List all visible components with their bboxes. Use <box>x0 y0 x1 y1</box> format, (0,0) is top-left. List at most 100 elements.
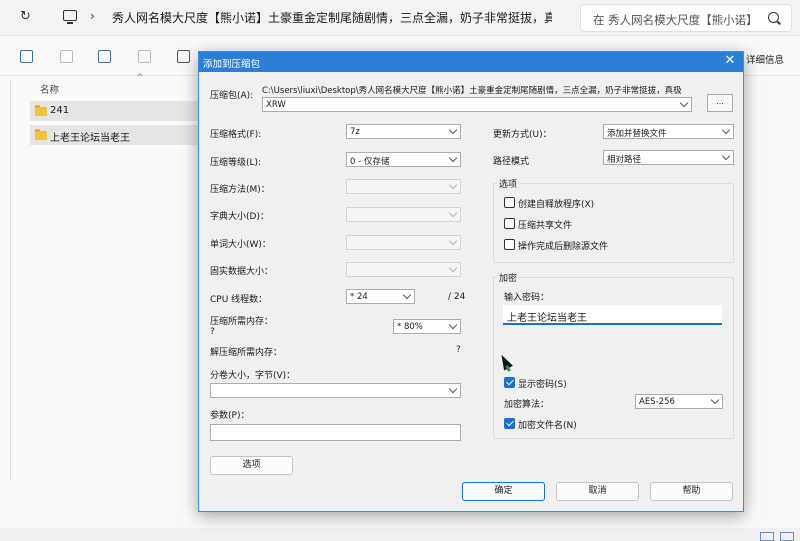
mem-compress-value: ? <box>210 327 215 337</box>
shared-checkbox[interactable] <box>504 218 515 229</box>
cpu-value: * 24 <box>350 292 368 302</box>
encrypt-group-title: 加密 <box>497 271 520 284</box>
mem-compress-label: 压缩所需内存： <box>210 317 274 327</box>
chevron-down-icon <box>448 384 458 394</box>
encrypt-method-label: 加密算法： <box>504 400 550 410</box>
paste-icon[interactable] <box>60 50 73 63</box>
path-mode-label: 路径模式 <box>493 157 530 167</box>
rename-icon[interactable] <box>98 50 111 63</box>
show-password-label[interactable]: 显示密码(S) <box>518 377 567 390</box>
encrypt-method-value: AES-256 <box>639 397 675 407</box>
status-bar <box>0 528 800 541</box>
chevron-down-icon <box>448 263 458 273</box>
update-label: 更新方式(U)： <box>493 130 552 140</box>
password-value: 上老王论坛当老王 <box>507 313 587 324</box>
password-input[interactable]: 上老王论坛当老王 <box>503 305 722 325</box>
cpu-threads-combo[interactable]: * 24 <box>346 289 415 304</box>
mem-percent-value: * 80% <box>397 322 423 332</box>
dict-label: 字典大小(D)： <box>210 212 269 222</box>
chevron-down-icon <box>721 125 731 135</box>
file-name: 上老王论坛当老王 <box>50 133 130 144</box>
encrypt-method-combo[interactable]: AES-256 <box>635 394 723 409</box>
chevron-down-icon <box>448 180 458 190</box>
chevron-down-icon <box>448 208 458 218</box>
options-button[interactable]: 选项 <box>210 456 293 475</box>
show-password-checkbox[interactable] <box>504 377 515 388</box>
word-combo[interactable] <box>346 235 461 250</box>
mem-decompress-value: ? <box>456 345 461 355</box>
format-label: 压缩格式(F): <box>210 130 262 140</box>
computer-icon[interactable] <box>63 10 77 24</box>
ok-button[interactable]: 确定 <box>462 482 545 501</box>
copy-icon[interactable] <box>20 50 33 63</box>
file-row[interactable]: 上老王论坛当老王 <box>30 125 206 145</box>
search-input[interactable]: 在 秀人网名模大尺度【熊小诺】 <box>580 4 792 32</box>
format-combo[interactable]: 7z <box>346 124 461 139</box>
dict-combo[interactable] <box>346 207 461 222</box>
search-placeholder: 在 秀人网名模大尺度【熊小诺】 <box>593 13 758 27</box>
share-icon[interactable] <box>138 50 151 63</box>
cancel-button[interactable]: 取消 <box>556 482 639 501</box>
encrypt-names-label[interactable]: 加密文件名(N) <box>518 418 577 431</box>
path-mode-value: 相对路径 <box>607 155 642 165</box>
level-combo[interactable]: 0 - 仅存储 <box>346 152 461 167</box>
folder-icon <box>35 129 47 140</box>
address-path[interactable]: 秀人网名模大尺度【熊小诺】土豪重金定制尾随剧情，三点全漏，奶子非常挺拔，真极品 <box>112 9 552 26</box>
shared-label[interactable]: 压缩共享文件 <box>518 218 572 231</box>
update-mode-combo[interactable]: 添加并替换文件 <box>603 124 734 139</box>
delete-icon[interactable] <box>177 50 190 63</box>
browse-button[interactable]: ... <box>707 94 733 112</box>
split-label: 分卷大小，字节(V)： <box>210 371 296 381</box>
chevron-right-icon[interactable]: › <box>90 9 95 23</box>
archive-label: 压缩包(A): <box>210 91 254 101</box>
details-view-icon[interactable] <box>760 532 774 541</box>
cpu-label: CPU 线程数： <box>210 295 268 305</box>
update-value: 添加并替换文件 <box>607 129 667 139</box>
details-button[interactable]: 详细信息 <box>746 52 784 66</box>
path-mode-combo[interactable]: 相对路径 <box>603 150 734 165</box>
chevron-down-icon <box>448 153 458 163</box>
delete-source-checkbox[interactable] <box>504 239 515 250</box>
file-row[interactable]: 241 <box>30 101 206 121</box>
solid-label: 固实数据大小： <box>210 267 274 277</box>
search-icon <box>768 12 779 23</box>
close-icon[interactable]: ✕ <box>723 53 737 69</box>
level-label: 压缩等级(L): <box>210 158 262 168</box>
chevron-down-icon <box>710 395 720 405</box>
method-combo[interactable] <box>346 179 461 194</box>
sort-up-icon: ^ <box>136 73 144 83</box>
refresh-icon[interactable]: ↻ <box>20 9 36 25</box>
password-label: 输入密码： <box>504 293 550 303</box>
mem-percent-combo[interactable]: * 80% <box>393 319 461 334</box>
tiles-view-icon[interactable] <box>780 532 794 541</box>
sfx-label[interactable]: 创建自释放程序(X) <box>518 197 594 210</box>
file-name: 241 <box>50 105 70 116</box>
mem-decompress-label: 解压缩所需内存： <box>210 348 283 358</box>
split-size-combo[interactable] <box>210 383 461 398</box>
help-button[interactable]: 帮助 <box>650 482 733 501</box>
chevron-down-icon <box>448 125 458 135</box>
dialog-titlebar[interactable]: 添加到压缩包 ✕ <box>199 52 743 72</box>
params-label: 参数(P)： <box>210 411 250 421</box>
dialog-title: 添加到压缩包 <box>203 59 261 70</box>
solid-combo[interactable] <box>346 262 461 277</box>
word-label: 单词大小(W)： <box>210 240 271 250</box>
column-header-name[interactable]: 名称 <box>40 82 59 96</box>
chevron-down-icon <box>448 236 458 246</box>
params-input[interactable] <box>210 424 461 441</box>
add-to-archive-dialog: 添加到压缩包 ✕ 压缩包(A): C:\Users\liuxi\Desktop\… <box>198 51 744 512</box>
chevron-down-icon <box>402 290 412 300</box>
archive-name-value: XRW <box>266 100 286 110</box>
method-label: 压缩方法(M)： <box>210 185 270 195</box>
delete-source-label[interactable]: 操作完成后删除源文件 <box>518 239 608 252</box>
cpu-max: / 24 <box>448 292 466 302</box>
archive-name-combo[interactable]: XRW <box>262 97 692 112</box>
sfx-checkbox[interactable] <box>504 197 515 208</box>
level-value: 0 - 仅存储 <box>350 157 390 167</box>
chevron-down-icon <box>721 151 731 161</box>
encrypt-names-checkbox[interactable] <box>504 418 515 429</box>
nav-pane-divider <box>10 80 11 480</box>
chevron-down-icon <box>679 98 689 108</box>
folder-icon <box>35 105 47 116</box>
options-group-title: 选项 <box>497 177 520 190</box>
